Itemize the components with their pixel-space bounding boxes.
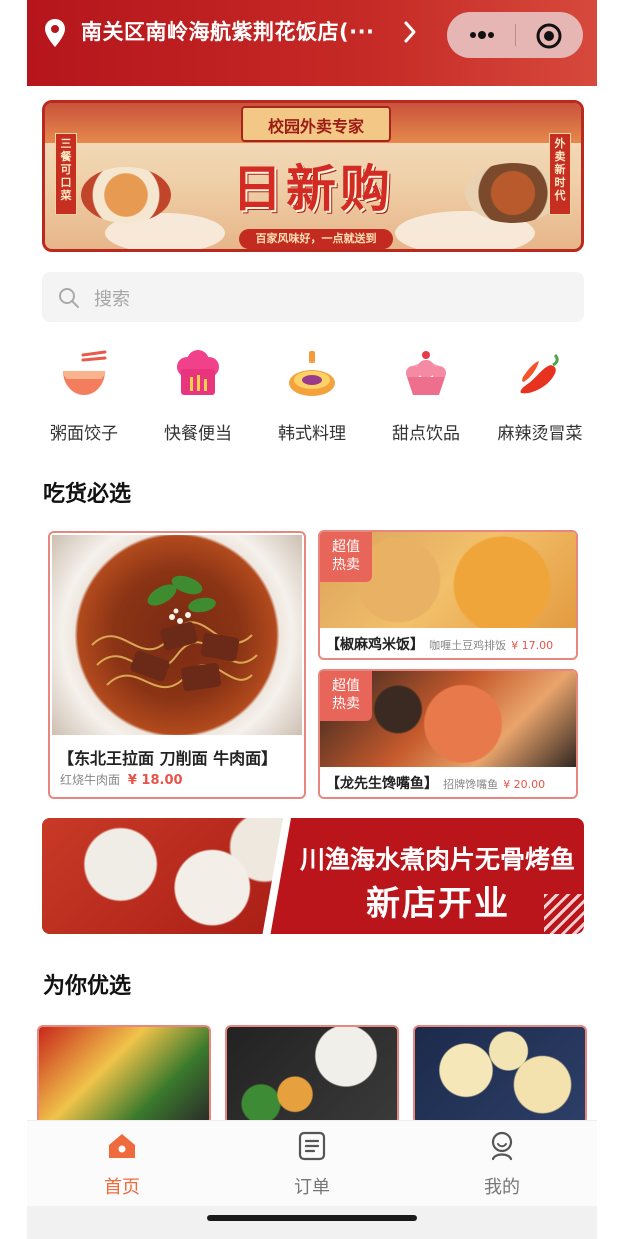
category-label: 韩式料理 [278, 424, 346, 444]
tab-label: 首页 [104, 1177, 140, 1198]
category-item[interactable]: 麻辣烫冒菜 [483, 345, 597, 445]
location-text[interactable]: 南关区南岭海航紫荆花饭店(··· [81, 16, 375, 46]
product-title: 【东北王拉面 刀削面 牛肉面】 [58, 749, 278, 768]
more-dots-icon[interactable] [467, 26, 497, 44]
category-item[interactable]: 甜点饮品 [369, 345, 483, 445]
tab-orders[interactable]: 订单 [217, 1121, 407, 1207]
recommend-card[interactable] [413, 1025, 587, 1125]
noodle-illustration [91, 575, 258, 692]
cupcake-icon [406, 351, 446, 395]
tab-home[interactable]: 首页 [27, 1121, 217, 1207]
product-title: 【椒麻鸡米饭】 [326, 637, 424, 653]
product-desc: 红烧牛肉面 ¥ 18.00 [60, 771, 183, 788]
location-pin-icon[interactable] [43, 18, 67, 48]
miniprogram-capsule [447, 12, 583, 58]
profile-icon [491, 1131, 513, 1161]
product-info: 【龙先生馋嘴鱼】 招牌馋嘴鱼 ¥ 20.00 [326, 773, 545, 793]
close-miniprogram-icon[interactable] [535, 22, 563, 50]
tab-profile[interactable]: 我的 [407, 1121, 597, 1207]
product-info: 【椒麻鸡米饭】 咖喱土豆鸡排饭 ¥ 17.00 [326, 634, 553, 654]
banner-right-slogan: 外卖新时代 [549, 133, 571, 215]
chili-pepper-icon [520, 353, 559, 394]
banner-plaque: 校园外卖专家 [241, 106, 391, 142]
promo-title: 川渔海水煮肉片无骨烤鱼 [300, 845, 576, 874]
tab-label: 我的 [484, 1177, 520, 1198]
category-label: 麻辣烫冒菜 [497, 424, 583, 444]
banner-left-slogan: 三餐可口菜 [55, 133, 77, 215]
home-indicator[interactable] [207, 1215, 417, 1221]
product-card[interactable]: 超值 热卖 【龙先生馋嘴鱼】 招牌馋嘴鱼 ¥ 20.00 [318, 669, 578, 799]
search-input[interactable]: 搜索 [42, 272, 584, 322]
banner-subtitle: 百家风味好，一点就送到 [239, 229, 393, 249]
recommend-card[interactable] [225, 1025, 399, 1125]
capsule-divider [515, 24, 516, 46]
bibimbap-icon [289, 351, 335, 396]
category-row: 粥面饺子 快餐便当 韩式料理 甜点饮品 麻辣烫冒菜 [27, 345, 597, 445]
hero-banner[interactable]: 校园外卖专家 日新购 百家风味好，一点就送到 三餐可口菜 外卖新时代 [42, 100, 584, 252]
category-label: 粥面饺子 [50, 424, 118, 444]
tab-label: 订单 [294, 1177, 330, 1198]
order-icon [298, 1131, 326, 1161]
product-image-noodles [52, 535, 302, 735]
product-price: ¥ 20.00 [503, 778, 546, 791]
section-title-must-pick: 吃货必选 [43, 482, 132, 507]
hot-sale-tag: 超值 热卖 [320, 532, 372, 582]
category-label: 快餐便当 [164, 424, 232, 444]
product-card[interactable]: 超值 热卖 【椒麻鸡米饭】 咖喱土豆鸡排饭 ¥ 17.00 [318, 530, 578, 660]
home-icon [109, 1134, 135, 1158]
product-price: ¥ 18.00 [127, 773, 183, 788]
section-title-recommend: 为你优选 [43, 974, 132, 999]
bottom-tab-bar: 首页 订单 我的 [27, 1120, 597, 1206]
search-icon [59, 288, 79, 308]
category-item[interactable]: 快餐便当 [141, 345, 255, 445]
hot-sale-tag: 超值 热卖 [320, 671, 372, 721]
banner-title: 日新购 [232, 159, 394, 218]
product-desc: 咖喱土豆鸡排饭 [429, 639, 507, 652]
category-item[interactable]: 粥面饺子 [27, 345, 141, 445]
top-header: 南关区南岭海航紫荆花饭店(··· [27, 0, 597, 86]
bottom-safe-area [27, 1206, 597, 1239]
chevron-right-icon[interactable] [403, 20, 417, 44]
promo-stripes [544, 894, 584, 934]
product-title: 【龙先生馋嘴鱼】 [326, 776, 438, 792]
featured-product-card[interactable]: 【东北王拉面 刀削面 牛肉面】 红烧牛肉面 ¥ 18.00 [48, 531, 306, 799]
promo-banner[interactable]: 川渔海水煮肉片无骨烤鱼 新店开业 [42, 818, 584, 934]
product-price: ¥ 17.00 [511, 639, 554, 652]
chef-hat-icon [177, 350, 219, 395]
search-placeholder: 搜索 [94, 289, 130, 310]
recommend-card[interactable] [37, 1025, 211, 1125]
noodle-bowl-icon [63, 350, 107, 395]
category-label: 甜点饮品 [392, 424, 460, 444]
category-item[interactable]: 韩式料理 [255, 345, 369, 445]
promo-subtitle: 新店开业 [366, 884, 510, 924]
product-desc: 招牌馋嘴鱼 [443, 778, 499, 791]
app-page: 南关区南岭海航紫荆花饭店(··· 校园外卖专家 日新购 百家风味好，一点就送到 … [27, 0, 597, 1239]
product-desc-text: 红烧牛肉面 [60, 773, 121, 787]
